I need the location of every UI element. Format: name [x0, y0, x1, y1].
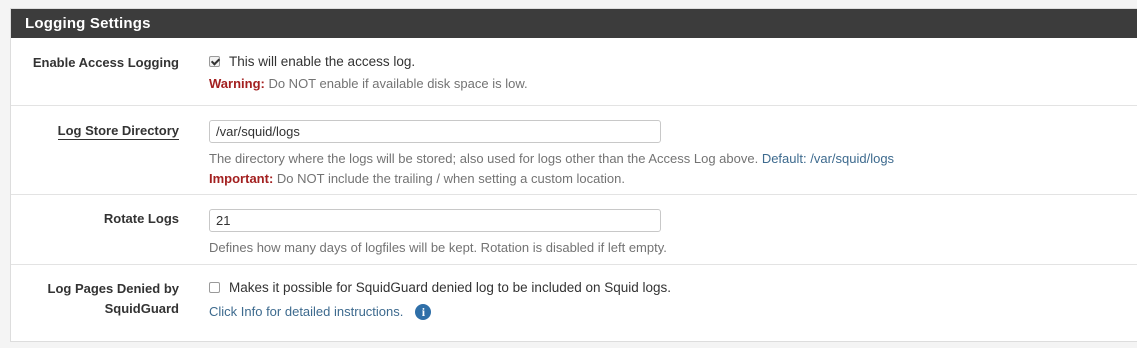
denied-log-checkbox-text: Makes it possible for SquidGuard denied … [229, 280, 672, 295]
row-log-pages-denied: Log Pages Denied by SquidGuard Makes it … [11, 265, 1137, 343]
important-prefix: Important: [209, 171, 274, 186]
rotate-logs-help: Defines how many days of logfiles will b… [209, 240, 667, 255]
logging-settings-panel: Logging Settings Enable Access Logging T… [10, 8, 1137, 342]
row-enable-access-logging: Enable Access Logging This will enable t… [11, 38, 1137, 106]
denied-log-checkbox[interactable] [209, 282, 220, 293]
denied-info-text: Click Info for detailed instructions. [209, 304, 404, 319]
log-pages-denied-label-line1: Log Pages Denied by [47, 281, 179, 296]
denied-info-line: Click Info for detailed instructions. i [209, 302, 671, 322]
access-logging-checkbox-text: This will enable the access log. [229, 54, 416, 69]
access-logging-checkbox-line: This will enable the access log. [209, 54, 528, 69]
log-dir-important: Important: Do NOT include the trailing /… [209, 169, 894, 189]
log-store-directory-input[interactable] [209, 120, 661, 143]
important-text: Do NOT include the trailing / when setti… [273, 171, 625, 186]
log-dir-help: The directory where the logs will be sto… [209, 149, 894, 169]
rotate-logs-input[interactable] [209, 209, 661, 232]
row-rotate-logs: Rotate Logs Defines how many days of log… [11, 195, 1137, 265]
log-dir-help-text: The directory where the logs will be sto… [209, 151, 762, 166]
warning-prefix: Warning: [209, 76, 265, 91]
denied-log-checkbox-line: Makes it possible for SquidGuard denied … [209, 280, 671, 295]
info-circle-icon[interactable]: i [415, 304, 432, 320]
panel-title: Logging Settings [11, 9, 1137, 38]
log-pages-denied-label-line2: SquidGuard [104, 301, 179, 316]
access-logging-warning: Warning: Do NOT enable if available disk… [209, 74, 528, 94]
warning-text: Do NOT enable if available disk space is… [264, 76, 528, 91]
row-log-store-directory: Log Store Directory The directory where … [11, 106, 1137, 195]
log-store-directory-label[interactable]: Log Store Directory [57, 122, 179, 140]
enable-access-logging-label: Enable Access Logging [32, 55, 179, 70]
rotate-logs-label: Rotate Logs [103, 211, 179, 226]
access-logging-checkbox[interactable] [209, 56, 220, 67]
log-dir-default: Default: /var/squid/logs [761, 151, 895, 166]
log-pages-denied-label: Log Pages Denied by SquidGuard [48, 279, 179, 319]
